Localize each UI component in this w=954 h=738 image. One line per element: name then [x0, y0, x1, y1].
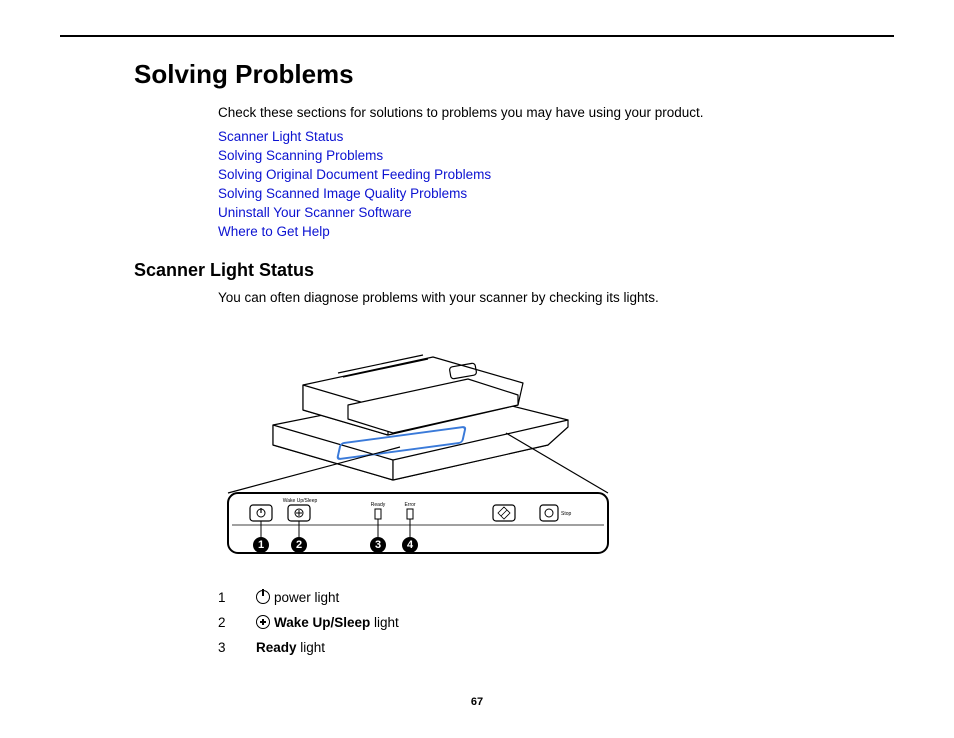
callout-3: 3 [370, 537, 386, 553]
legend: 1 power light 2 Wake Up/Sleep light 3 Re… [218, 590, 894, 655]
scanner-diagram: Wake Up/Sleep Ready Error [218, 315, 618, 570]
svg-text:3: 3 [375, 539, 381, 551]
link-where-to-get-help[interactable]: Where to Get Help [218, 223, 894, 242]
error-label: Error [404, 502, 415, 508]
stop-label: Stop [561, 511, 572, 517]
callout-2: 2 [291, 537, 307, 553]
top-rule [60, 35, 894, 37]
legend-text: power light [274, 590, 339, 605]
ready-led-icon [375, 509, 381, 519]
svg-text:1: 1 [258, 539, 264, 551]
page-title: Solving Problems [134, 59, 894, 90]
intro-text: Check these sections for solutions to pr… [218, 104, 894, 122]
page: Solving Problems Check these sections fo… [0, 0, 954, 738]
legend-bold: Wake Up/Sleep [274, 615, 370, 630]
legend-text: light [297, 640, 326, 655]
svg-text:4: 4 [407, 539, 414, 551]
scan-button-icon [493, 505, 515, 521]
legend-row-2: 2 Wake Up/Sleep light [218, 615, 894, 630]
ready-label: Ready [371, 502, 386, 508]
page-number: 67 [0, 696, 954, 708]
stop-button-icon [540, 505, 558, 521]
error-led-icon [407, 509, 413, 519]
legend-row-3: 3 Ready light [218, 640, 894, 655]
legend-bold: Ready [256, 640, 297, 655]
wake-icon [256, 615, 270, 629]
toc-links: Scanner Light Status Solving Scanning Pr… [218, 128, 894, 241]
legend-num: 2 [218, 615, 228, 630]
legend-text: light [370, 615, 399, 630]
link-uninstall-software[interactable]: Uninstall Your Scanner Software [218, 204, 894, 223]
scanner-body-icon [273, 355, 568, 480]
link-scanner-light-status[interactable]: Scanner Light Status [218, 128, 894, 147]
legend-num: 3 [218, 640, 228, 655]
legend-row-1: 1 power light [218, 590, 894, 605]
link-image-quality-problems[interactable]: Solving Scanned Image Quality Problems [218, 185, 894, 204]
power-icon [256, 590, 270, 604]
section-title: Scanner Light Status [134, 260, 894, 281]
link-solving-scanning-problems[interactable]: Solving Scanning Problems [218, 147, 894, 166]
control-panel: Wake Up/Sleep Ready Error [228, 493, 608, 553]
section-intro: You can often diagnose problems with you… [218, 289, 894, 307]
callout-1: 1 [253, 537, 269, 553]
wake-label: Wake Up/Sleep [283, 498, 318, 504]
svg-text:2: 2 [296, 539, 302, 551]
link-document-feeding-problems[interactable]: Solving Original Document Feeding Proble… [218, 166, 894, 185]
diagram-svg: Wake Up/Sleep Ready Error [218, 315, 618, 565]
callout-4: 4 [402, 537, 418, 553]
legend-num: 1 [218, 590, 228, 605]
